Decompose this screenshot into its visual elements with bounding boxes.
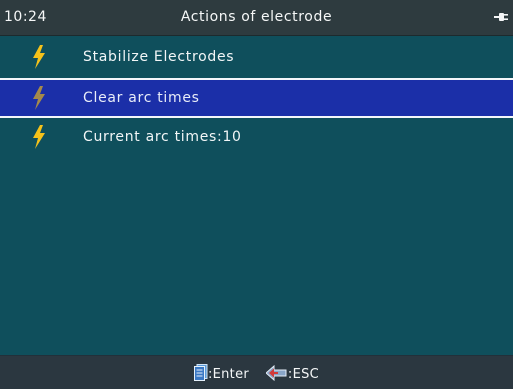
- device-screen: 10:24 Actions of electrode Stabilize Ele…: [0, 0, 513, 389]
- menu-item-label: Stabilize Electrodes: [83, 49, 235, 65]
- key-hint-bar: :Enter :ESC: [0, 355, 513, 389]
- enter-hint-label: :Enter: [207, 367, 250, 382]
- plug-icon: [494, 13, 508, 21]
- page-title: Actions of electrode: [180, 9, 333, 25]
- esc-key-icon: [265, 365, 287, 381]
- electrode-actions-menu: Stabilize Electrodes Clear arc times Cur…: [0, 38, 513, 158]
- menu-item-label: Current arc times:10: [83, 129, 242, 145]
- enter-key-icon: [193, 364, 208, 381]
- key-hints: :Enter :ESC: [0, 364, 513, 382]
- status-bar: 10:24 Actions of electrode: [0, 0, 513, 36]
- lightning-bolt-icon: [33, 125, 45, 149]
- lightning-bolt-icon: [33, 45, 45, 69]
- lightning-bolt-icon: [33, 86, 45, 110]
- esc-hint-label: :ESC: [287, 367, 320, 382]
- menu-item-current-arc-times[interactable]: Current arc times:10: [0, 118, 513, 158]
- menu-item-clear-arc-times[interactable]: Clear arc times: [0, 78, 513, 118]
- menu-item-label: Clear arc times: [83, 90, 200, 106]
- menu-item-stabilize-electrodes[interactable]: Stabilize Electrodes: [0, 38, 513, 78]
